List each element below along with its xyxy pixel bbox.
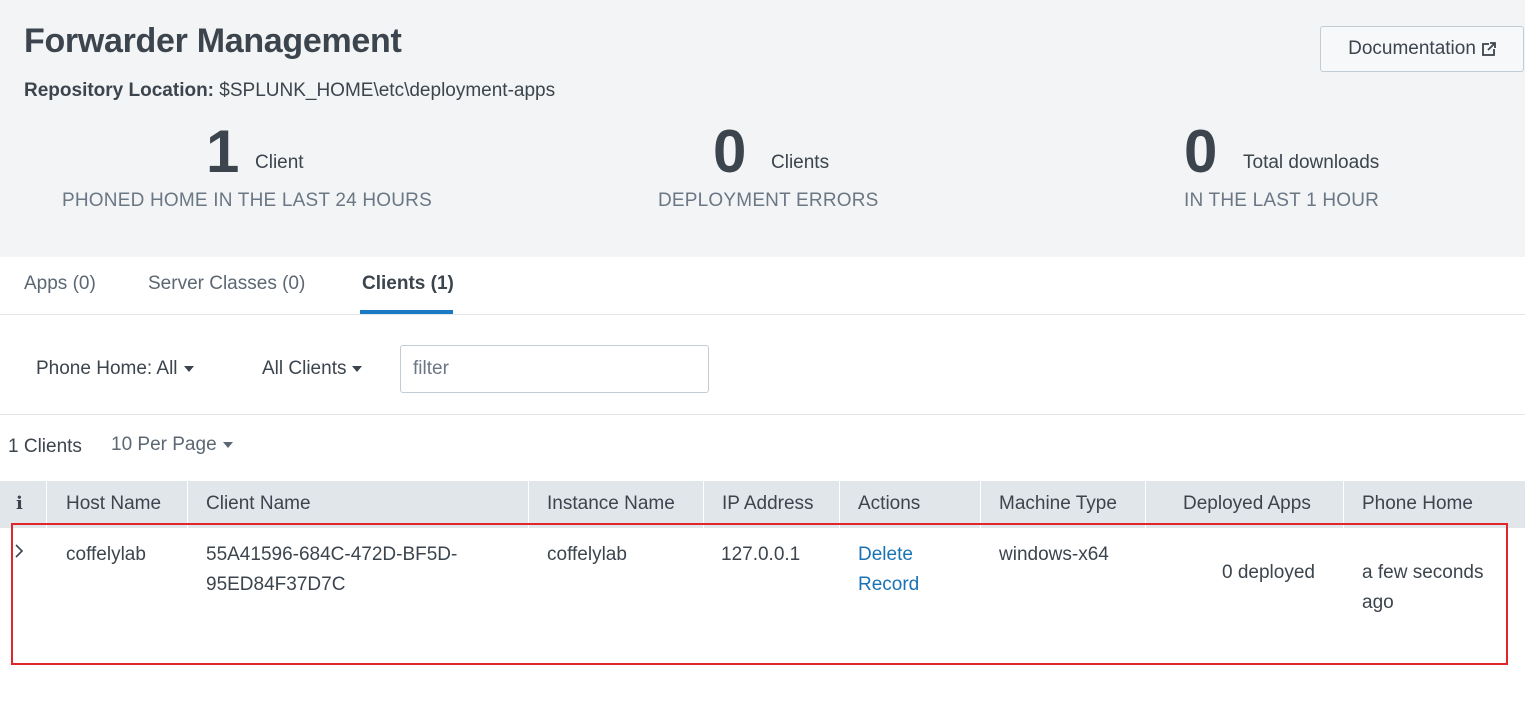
column-divider: [1145, 481, 1146, 528]
column-header-phone-home[interactable]: Phone Home: [1362, 493, 1473, 515]
stat-unit: Clients: [771, 152, 830, 173]
documentation-label: Documentation: [1348, 38, 1476, 59]
column-divider: [1343, 481, 1344, 528]
stat-unit: Total downloads: [1243, 152, 1380, 173]
column-divider: [46, 481, 47, 528]
column-divider: [703, 481, 704, 528]
stat-caption: PHONED HOME IN THE LAST 24 HOURS: [62, 190, 432, 211]
client-count: 1 Clients: [8, 436, 82, 457]
caret-down-icon: [222, 442, 233, 448]
stat-value: 1: [206, 118, 240, 185]
caret-down-icon: [352, 366, 363, 372]
stat-value: 0: [1184, 118, 1218, 185]
client-scope-dropdown[interactable]: All Clients: [262, 358, 363, 380]
stat-caption: IN THE LAST 1 HOUR: [1184, 190, 1380, 211]
page-title: Forwarder Management: [24, 22, 402, 60]
filter-bar: Phone Home: All All Clients: [0, 316, 1525, 415]
column-divider: [839, 481, 840, 528]
tab-server-classes[interactable]: Server Classes (0): [148, 273, 305, 295]
column-header-instance-name[interactable]: Instance Name: [547, 493, 675, 515]
column-divider: [187, 481, 188, 528]
column-header-machine-type[interactable]: Machine Type: [999, 493, 1117, 515]
filter-input[interactable]: [400, 345, 709, 393]
column-divider: [528, 481, 529, 528]
repository-location: Repository Location: $SPLUNK_HOME\etc\de…: [24, 80, 555, 102]
stat-unit: Client: [255, 152, 304, 173]
page-header: Forwarder Management Repository Location…: [0, 0, 1525, 257]
stat-value: 0: [713, 118, 747, 185]
tab-bar: Apps (0) Server Classes (0) Clients (1): [0, 257, 1525, 315]
caret-down-icon: [183, 366, 194, 372]
repository-location-path: $SPLUNK_HOME\etc\deployment-apps: [219, 80, 556, 101]
per-page-dropdown[interactable]: 10 Per Page: [111, 434, 233, 456]
documentation-button[interactable]: Documentation: [1320, 26, 1524, 72]
column-header-actions: Actions: [858, 493, 921, 514]
tab-apps[interactable]: Apps (0): [24, 273, 96, 295]
column-header-ip-address[interactable]: IP Address: [722, 493, 814, 515]
active-tab-indicator: [360, 310, 453, 314]
repository-location-label: Repository Location:: [24, 80, 215, 101]
column-header-host-name[interactable]: Host Name: [66, 493, 161, 515]
highlight-box: [11, 523, 1508, 665]
phone-home-dropdown-label: Phone Home: All: [36, 358, 178, 379]
phone-home-dropdown[interactable]: Phone Home: All: [36, 358, 194, 380]
tab-clients[interactable]: Clients (1): [362, 273, 454, 295]
info-icon: i: [16, 493, 23, 514]
stat-caption: DEPLOYMENT ERRORS: [658, 190, 879, 211]
per-page-label: 10 Per Page: [111, 434, 217, 455]
column-header-client-name[interactable]: Client Name: [206, 493, 311, 515]
column-divider: [980, 481, 981, 528]
table-header: i Host Name Client Name Instance Name IP…: [0, 481, 1525, 528]
column-header-deployed-apps[interactable]: Deployed Apps: [1183, 493, 1311, 515]
client-scope-dropdown-label: All Clients: [262, 358, 347, 379]
external-link-icon: [1481, 42, 1496, 56]
